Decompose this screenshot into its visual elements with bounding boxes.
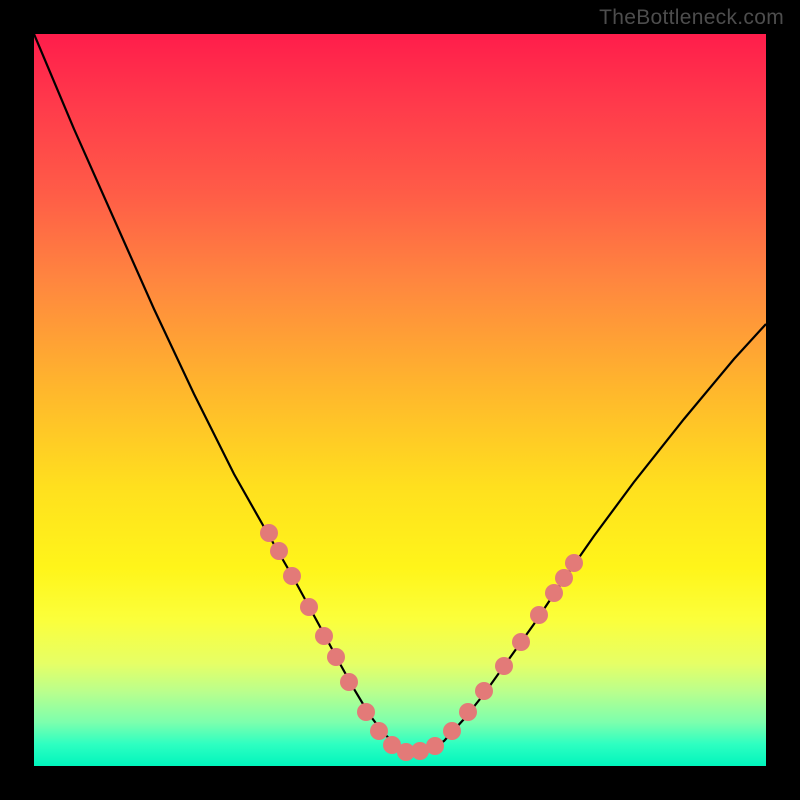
marker-dot	[283, 567, 301, 585]
bottleneck-curve	[34, 34, 766, 752]
highlight-markers	[260, 524, 583, 761]
marker-dot	[495, 657, 513, 675]
marker-dot	[260, 524, 278, 542]
marker-dot	[340, 673, 358, 691]
chart-frame	[34, 34, 766, 766]
watermark-text: TheBottleneck.com	[599, 6, 784, 30]
marker-dot	[370, 722, 388, 740]
marker-dot	[426, 737, 444, 755]
marker-dot	[459, 703, 477, 721]
marker-dot	[475, 682, 493, 700]
marker-dot	[555, 569, 573, 587]
marker-dot	[443, 722, 461, 740]
marker-dot	[565, 554, 583, 572]
marker-dot	[327, 648, 345, 666]
marker-dot	[545, 584, 563, 602]
marker-dot	[530, 606, 548, 624]
marker-dot	[512, 633, 530, 651]
marker-dot	[315, 627, 333, 645]
marker-dot	[300, 598, 318, 616]
bottleneck-chart	[34, 34, 766, 766]
marker-dot	[270, 542, 288, 560]
marker-dot	[357, 703, 375, 721]
